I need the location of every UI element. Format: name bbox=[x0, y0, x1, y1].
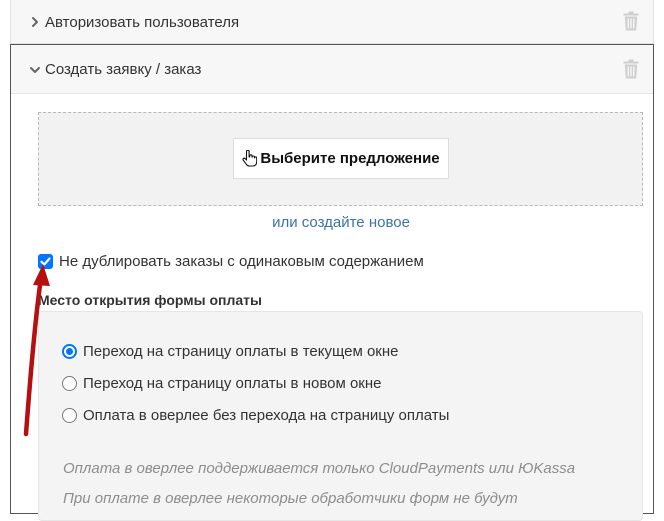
overlay-note-1: Оплата в оверлее поддерживается только C… bbox=[63, 460, 576, 477]
payment-option-current-window[interactable]: Переход на страницу оплаты в текущем окн… bbox=[62, 341, 399, 361]
radio-new-window[interactable] bbox=[62, 375, 77, 391]
select-offer-button[interactable]: Выберите предложение bbox=[233, 138, 449, 179]
payment-option-overlay[interactable]: Оплата в оверлее без перехода на страниц… bbox=[62, 405, 449, 425]
panel-create-order-header[interactable]: Создать заявку / заказ bbox=[11, 45, 653, 94]
panel-authorize-header[interactable]: Авторизовать пользователя bbox=[29, 0, 239, 44]
payment-section-title: Место открытия формы оплаты bbox=[38, 292, 262, 308]
no-duplicate-orders-row[interactable]: Не дублировать заказы с одинаковым содер… bbox=[38, 251, 424, 271]
panel-create-order-title: Создать заявку / заказ bbox=[45, 61, 202, 78]
chevron-right-icon bbox=[32, 17, 38, 27]
payment-options-box: Переход на страницу оплаты в текущем окн… bbox=[38, 311, 643, 521]
panel-create-order-header-row[interactable]: Создать заявку / заказ bbox=[29, 45, 201, 94]
chevron-down-icon bbox=[30, 66, 40, 73]
trash-icon[interactable] bbox=[623, 59, 639, 79]
checkmark-icon bbox=[40, 256, 51, 266]
select-offer-label: Выберите предложение bbox=[260, 150, 440, 167]
offer-dropzone: Выберите предложение bbox=[38, 112, 643, 206]
hand-pointer-icon bbox=[242, 150, 258, 167]
panel-create-order: Создать заявку / заказ Выберите предложе… bbox=[10, 44, 654, 521]
payment-option-new-window[interactable]: Переход на страницу оплаты в новом окне bbox=[62, 373, 381, 393]
radio-overlay[interactable] bbox=[62, 407, 77, 423]
create-new-link[interactable]: или создайте новое bbox=[11, 214, 664, 231]
panel-authorize[interactable]: Авторизовать пользователя bbox=[10, 0, 654, 44]
panel-authorize-title: Авторизовать пользователя bbox=[45, 13, 240, 31]
payment-option-label: Оплата в оверлее без перехода на страниц… bbox=[83, 406, 450, 424]
payment-option-label: Переход на страницу оплаты в новом окне bbox=[83, 374, 382, 392]
payment-option-label: Переход на страницу оплаты в текущем окн… bbox=[83, 342, 399, 360]
no-duplicate-orders-label: Не дублировать заказы с одинаковым содер… bbox=[59, 252, 424, 270]
overlay-note-2: При оплате в оверлее некоторые обработчи… bbox=[63, 490, 518, 507]
radio-current-window[interactable] bbox=[62, 343, 77, 359]
no-duplicate-orders-checkbox[interactable] bbox=[38, 253, 53, 269]
trash-icon[interactable] bbox=[623, 11, 639, 31]
